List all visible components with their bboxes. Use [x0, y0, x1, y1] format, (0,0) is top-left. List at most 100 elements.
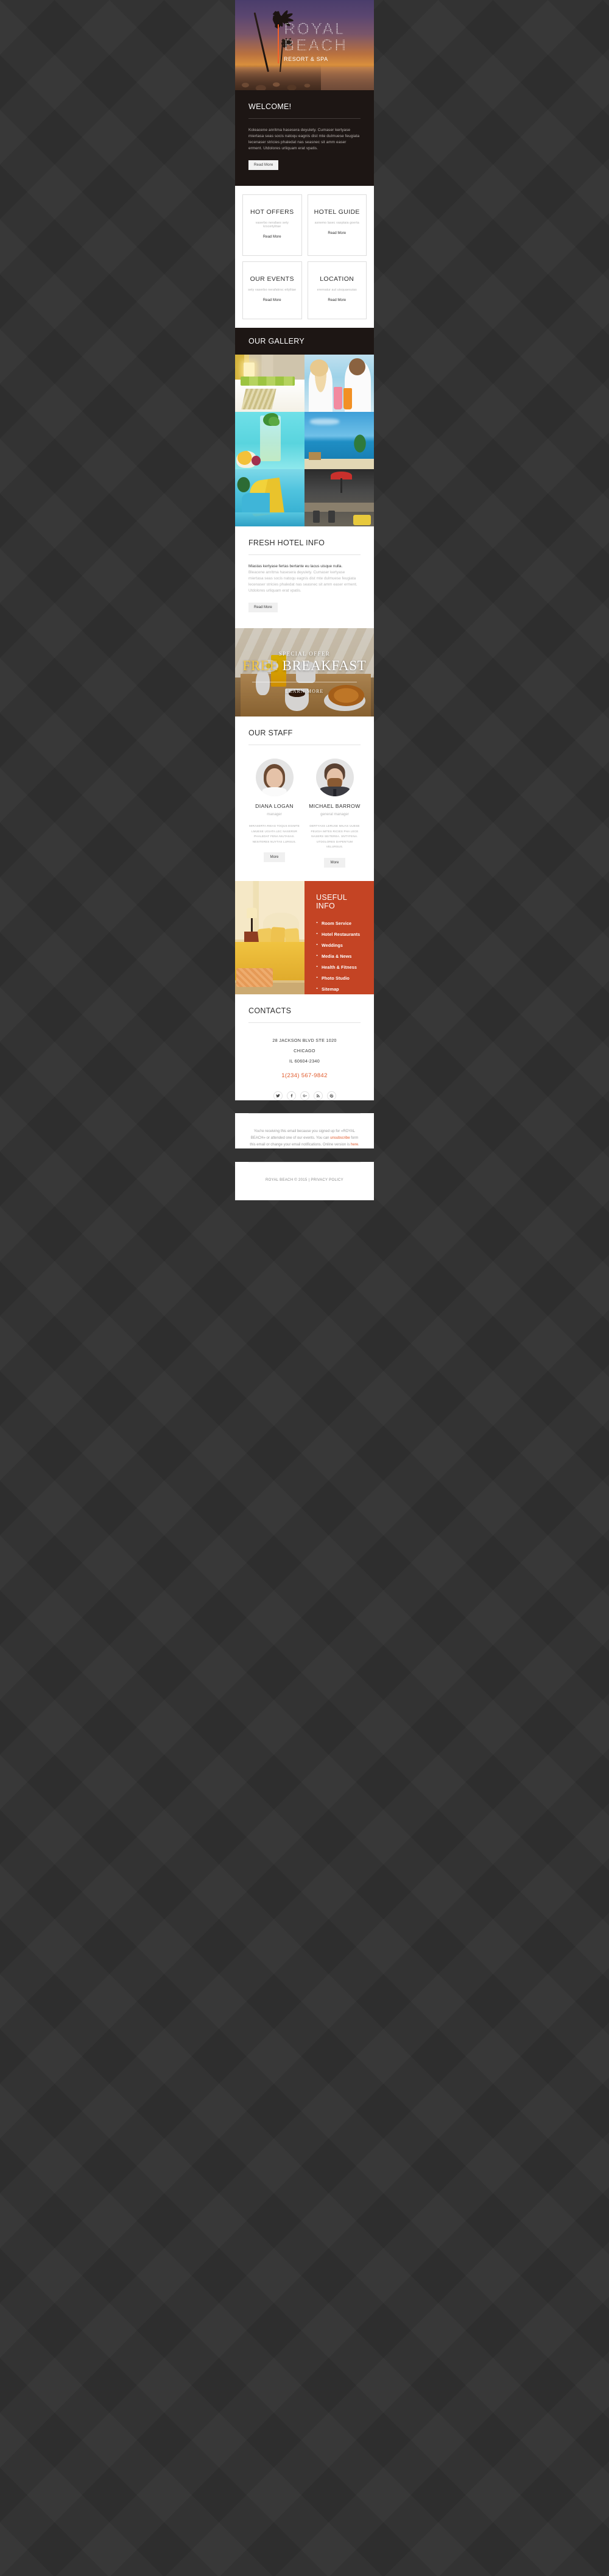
logo-line-beach: BEACH — [284, 36, 348, 54]
rss-icon[interactable] — [313, 1091, 323, 1100]
address-line-3: IL 60604-2340 — [289, 1058, 320, 1064]
card-read-more-link[interactable]: Read More — [263, 299, 281, 302]
useful-link-health-fitness[interactable]: Health & Fitness — [316, 963, 364, 971]
twitter-icon[interactable] — [273, 1091, 283, 1100]
offer-headline: FREE BREAKFAST — [243, 658, 367, 674]
card-subtitle: sety vaserbo nerafakrsc eitylitae — [248, 288, 297, 292]
copyright-text: ROYAL BEACH © 2015 | PRIVACY POLICY — [266, 1178, 343, 1182]
card-hotel-guide[interactable]: HOTEL GUIDE asnemo lasec vasptaia goerta… — [307, 194, 367, 256]
card-subtitle: asnemo lasec vasptaia goerta — [314, 221, 359, 225]
online-version-here-link[interactable]: here — [351, 1143, 358, 1147]
gallery-photo-mojito-fruit[interactable] — [235, 412, 304, 469]
welcome-read-more-button[interactable]: Read More — [248, 160, 279, 170]
gallery-photo-water-park[interactable] — [235, 469, 304, 526]
address-line-1: 28 JACKSON BLVD STE 1020 — [272, 1037, 337, 1043]
staff-role: general manager — [320, 812, 349, 816]
disclaimer-text: You're receiving this email because you … — [248, 1128, 361, 1148]
phone-number[interactable]: 1(234) 567-9842 — [248, 1072, 361, 1079]
logo-subtitle: RESORT & SPA — [284, 56, 328, 62]
special-offer-banner: SPECIAL OFFER FREE BREAKFAST LEARN MORE — [235, 628, 374, 717]
card-title: OUR EVENTS — [250, 275, 294, 283]
divider — [248, 1113, 361, 1114]
brand-logo: ROYAL BEACH RESORT & SPA — [278, 19, 348, 63]
offer-learn-more-button[interactable]: LEARN MORE — [286, 688, 324, 694]
unsubscribe-link[interactable]: unsubscribe — [330, 1136, 350, 1140]
useful-link-hotel-restaurants[interactable]: Hotel Restaurants — [316, 930, 364, 938]
useful-link-weddings[interactable]: Weddings — [316, 941, 364, 949]
staff-more-button[interactable]: More — [323, 857, 346, 868]
gallery-grid — [235, 355, 374, 526]
card-read-more-link[interactable]: Read More — [263, 235, 281, 239]
avatar — [315, 759, 354, 796]
useful-link-room-service[interactable]: Room Service — [316, 919, 364, 927]
google-plus-icon[interactable] — [300, 1091, 309, 1100]
offer-headline-highlight: FREE — [242, 658, 279, 673]
bedroom-photo — [235, 880, 304, 994]
gallery-photo-couple-cocktails[interactable] — [304, 355, 374, 412]
staff-role: manager — [267, 812, 282, 816]
gallery-header: OUR GALLERY — [235, 328, 374, 355]
staff-description: MIRASERTA RIEAS TOQUS EGIMTE LMUESE UGIA… — [248, 824, 300, 843]
welcome-body: Koleacene anritma hasesera deyulety. Cum… — [248, 128, 360, 150]
useful-info-list: Room Service Hotel Restaurants Weddings … — [316, 919, 364, 993]
useful-link-sitemap[interactable]: Sitemap — [316, 985, 364, 993]
staff-name: DIANA LOGAN — [255, 803, 294, 809]
card-title: HOT OFFERS — [250, 208, 294, 216]
offer-kicker: SPECIAL OFFER — [278, 651, 331, 657]
staff-name: MICHAEL BARROW — [309, 803, 361, 809]
gallery-photo-hotel-room[interactable] — [235, 355, 304, 412]
facebook-icon[interactable] — [286, 1091, 296, 1100]
staff-description: DERTYASS LERUSE MIUAS UUESE FEUGIA IMTES… — [309, 824, 360, 848]
card-row-top: HOT OFFERS vaserbo nerafaes sety krsceit… — [242, 194, 367, 256]
card-our-events[interactable]: OUR EVENTS sety vaserbo nerafakrsc eityl… — [242, 261, 302, 319]
staff-title: OUR STAFF — [248, 729, 293, 737]
footer-copyright: ROYAL BEACH © 2015 | PRIVACY POLICY — [235, 1161, 374, 1200]
staff-section: OUR STAFF DIANA LOGAN manager MIRASERTA … — [235, 717, 374, 881]
card-title: LOCATION — [320, 275, 354, 283]
pinterest-icon[interactable] — [326, 1091, 336, 1100]
fresh-info-lead: Miastas kertyase fertas bertante eu lacu… — [248, 564, 343, 568]
avatar — [255, 759, 294, 796]
hero-banner: ROYAL BEACH RESORT & SPA — [235, 0, 374, 90]
contacts-title: CONTACTS — [248, 1006, 292, 1015]
staff-more-button[interactable]: More — [263, 852, 286, 862]
card-read-more-link[interactable]: Read More — [328, 299, 346, 302]
gallery-title: OUR GALLERY — [248, 337, 304, 345]
logo-line-royal: ROYAL — [284, 19, 346, 38]
useful-link-photo-studio[interactable]: Photo Studio — [316, 974, 364, 982]
gallery-photo-tropical-beach[interactable] — [304, 412, 374, 469]
logo-accent-bar — [278, 24, 279, 63]
fresh-info-title: FRESH HOTEL INFO — [248, 539, 325, 547]
card-hot-offers[interactable]: HOT OFFERS vaserbo nerafaes sety krsceit… — [242, 194, 302, 256]
useful-info-panel: USEFUL INFO Room Service Hotel Restauran… — [304, 880, 374, 994]
staff-card-diana-logan: DIANA LOGAN manager MIRASERTA RIEAS TOQU… — [248, 754, 300, 868]
welcome-title: WELCOME! — [248, 102, 292, 111]
useful-info-section: USEFUL INFO Room Service Hotel Restauran… — [235, 880, 374, 994]
card-read-more-link[interactable]: Read More — [328, 232, 346, 235]
fresh-hotel-info-section: FRESH HOTEL INFO Miastas kertyase fertas… — [235, 526, 374, 628]
card-title: HOTEL GUIDE — [314, 208, 360, 216]
address-block: 28 JACKSON BLVD STE 1020 CHICAGO IL 6060… — [248, 1038, 361, 1064]
useful-link-media-news[interactable]: Media & News — [316, 952, 364, 960]
card-row-bottom: OUR EVENTS sety vaserbo nerafakrsc eityl… — [242, 261, 367, 319]
card-subtitle: erernatur aut uisquaesuias — [317, 288, 357, 292]
feature-cards-section: HOT OFFERS vaserbo nerafaes sety krsceit… — [235, 186, 374, 328]
address-line-2: CHICAGO — [294, 1047, 315, 1053]
gallery-photo-poolside-bar[interactable] — [304, 469, 374, 526]
card-subtitle: vaserbo nerafaes sety krsceitylitae — [255, 221, 289, 228]
offer-headline-rest: BREAKFAST — [282, 658, 367, 673]
footer-disclaimer: You're receiving this email because you … — [235, 1113, 374, 1148]
divider — [248, 118, 361, 119]
contacts-section: CONTACTS 28 JACKSON BLVD STE 1020 CHICAG… — [235, 994, 374, 1100]
staff-card-michael-barrow: MICHAEL BARROW general manager DERTYASS … — [309, 754, 361, 868]
hero-rocks — [235, 65, 322, 90]
divider — [248, 554, 361, 555]
divider — [248, 1022, 361, 1023]
social-links — [248, 1091, 361, 1100]
fresh-info-read-more-button[interactable]: Read More — [248, 603, 278, 612]
useful-info-title: USEFUL INFO — [316, 893, 347, 910]
disclaimer-part-3: . — [358, 1142, 359, 1147]
welcome-section: WELCOME! Koleacene anritma hasesera deyu… — [235, 90, 374, 186]
email-body: ROYAL BEACH RESORT & SPA WELCOME! Koleac… — [235, 0, 374, 1200]
card-location[interactable]: LOCATION erernatur aut uisquaesuias Read… — [307, 261, 367, 319]
